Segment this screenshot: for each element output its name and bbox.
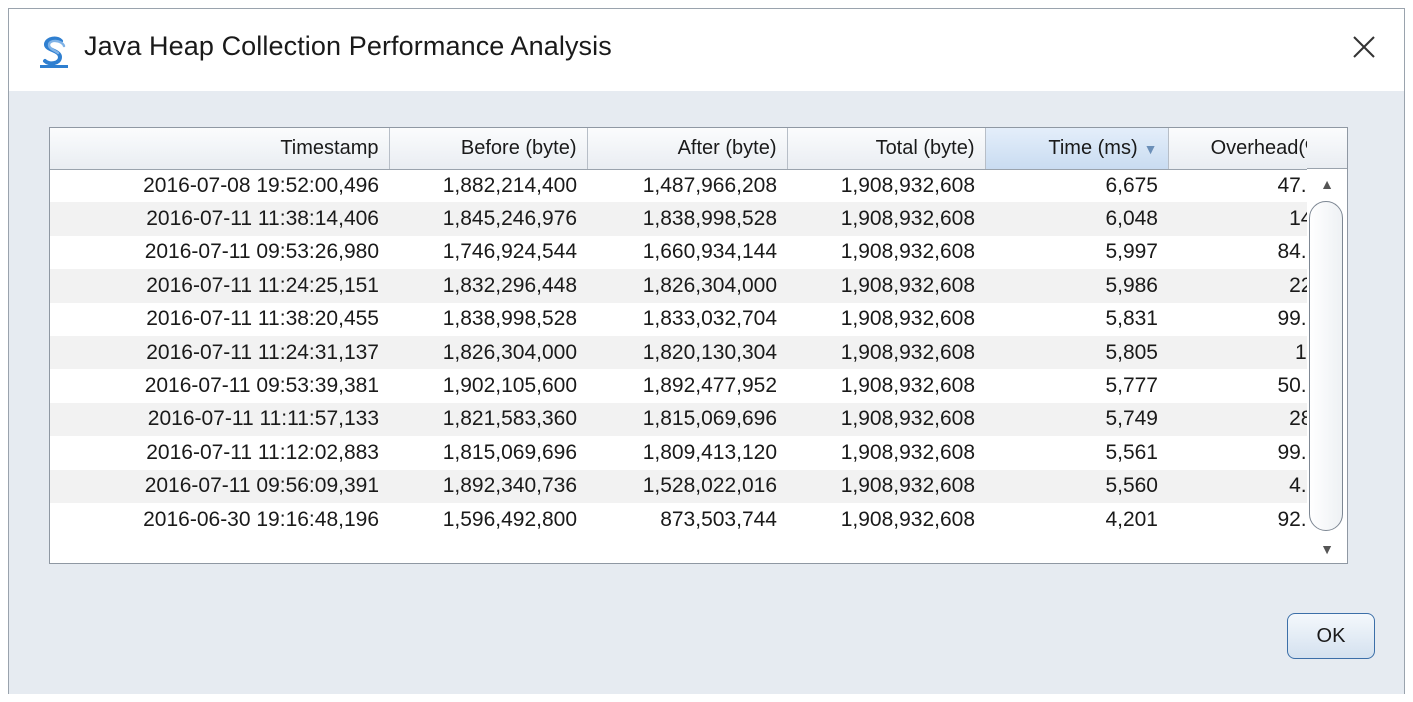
table-cell: 1,908,932,608 xyxy=(787,269,985,303)
table-cell: 1,821,583,360 xyxy=(389,402,587,437)
table-cell: 1,838,998,528 xyxy=(442,307,577,331)
table-cell: 1,908,932,608 xyxy=(840,440,975,464)
table-row[interactable]: 2016-07-08 19:52:00,496 1,882,214,400 1,48… xyxy=(50,169,1340,202)
table-cell: 5,749 xyxy=(985,402,1168,437)
table-cell: 4,201 xyxy=(1105,507,1158,531)
table-cell: 1,596,492,800 xyxy=(442,507,577,531)
scroll-down-arrow-icon[interactable]: ▼ xyxy=(1307,534,1347,563)
table-cell: 5,831 xyxy=(1105,307,1158,331)
column-header-before[interactable]: Before (byte) xyxy=(389,128,588,170)
scroll-up-arrow-icon[interactable]: ▲ xyxy=(1307,169,1347,199)
header-label: Timestamp xyxy=(280,136,379,159)
vertical-scrollbar[interactable]: ▲ ▼ xyxy=(1307,169,1347,563)
table-cell: 1,892,340,736 xyxy=(389,469,587,503)
table-cell: 2016-07-11 11:12:02,883 xyxy=(146,440,379,464)
table-row[interactable]: 2016-07-11 09:53:26,980 1,746,924,544 1,66… xyxy=(50,236,1340,269)
table-cell: 1,826,304,000 xyxy=(389,335,587,370)
table-cell: 1,487,966,208 xyxy=(642,173,777,197)
table-cell: 5,986 xyxy=(985,269,1168,303)
table-cell: 1,809,413,120 xyxy=(642,440,777,464)
table-cell: 6,675 xyxy=(1105,173,1158,197)
table-cell: 1,815,069,696 xyxy=(587,402,787,437)
table-row[interactable]: 2016-07-11 11:12:02,883 1,815,069,696 1,80… xyxy=(50,436,1340,469)
table-cell: 5,560 xyxy=(985,469,1168,503)
table-cell: 2016-07-11 11:38:20,455 xyxy=(146,307,379,331)
table-cell: 1,908,932,608 xyxy=(840,507,975,531)
table-cell: 5,561 xyxy=(1105,440,1158,464)
table-cell: 1,838,998,528 xyxy=(587,202,787,236)
table-cell: 2016-07-11 11:38:14,406 xyxy=(50,202,389,236)
header-label: Time (ms) xyxy=(1048,136,1138,159)
table-cell: 1,833,032,704 xyxy=(642,307,777,331)
table-cell: 1,845,246,976 xyxy=(389,202,587,236)
table-cell: 2016-06-30 19:16:48,196 xyxy=(143,507,379,531)
table-row[interactable]: 2016-07-11 09:53:39,381 1,902,105,600 1,89… xyxy=(50,369,1340,402)
table-cell: 1,815,069,696 xyxy=(442,440,577,464)
table-cell: 5,777 xyxy=(1105,374,1158,398)
table-row[interactable]: 2016-07-11 11:24:25,151 1,832,296,448 1,82… xyxy=(50,269,1340,303)
header-row: Timestamp Before (byte) After (byte) Tot… xyxy=(50,128,1341,170)
table-body: 2016-07-08 19:52:00,496 1,882,214,400 1,48… xyxy=(50,169,1340,536)
table-cell: 2016-07-08 19:52:00,496 xyxy=(143,173,379,197)
table-cell: 1,908,932,608 xyxy=(840,374,975,398)
column-header-timestamp[interactable]: Timestamp xyxy=(50,128,390,170)
table-row[interactable]: 2016-07-11 11:38:20,455 1,838,998,528 1,83… xyxy=(50,303,1340,336)
table-cell: 2016-07-11 09:53:26,980 xyxy=(144,240,379,264)
column-header-time[interactable]: Time (ms) ▼ xyxy=(985,128,1169,170)
table-cell: 2016-07-11 09:53:39,381 xyxy=(144,374,379,398)
table-cell: 2016-07-11 11:24:25,151 xyxy=(50,269,389,303)
table-cell: 1,908,932,608 xyxy=(787,402,985,437)
app-logo-icon xyxy=(40,36,68,68)
table-cell: 2016-07-11 09:56:09,391 xyxy=(50,469,389,503)
table-cell: 873,503,744 xyxy=(660,507,777,531)
table-cell: 1,908,932,608 xyxy=(840,173,975,197)
table-cell: 6,048 xyxy=(985,202,1168,236)
table-row[interactable]: 2016-07-11 11:24:31,137 1,826,304,000 1,82… xyxy=(50,335,1340,370)
sort-descending-icon: ▼ xyxy=(1143,140,1158,157)
table-row[interactable]: 2016-07-11 09:56:09,391 1,892,340,736 1,52… xyxy=(50,469,1340,503)
ok-button[interactable]: OK xyxy=(1287,613,1375,659)
gc-results-table: Timestamp Before (byte) After (byte) Tot… xyxy=(49,127,1348,564)
close-icon[interactable] xyxy=(1346,29,1382,65)
column-header-after[interactable]: After (byte) xyxy=(587,128,788,170)
scroll-thumb[interactable] xyxy=(1309,201,1343,531)
table-cell: 1,908,932,608 xyxy=(787,202,985,236)
scrollbar-column: ▲ ▼ xyxy=(1307,128,1347,563)
table-cell: 1,826,304,000 xyxy=(587,269,787,303)
table-cell: 1,528,022,016 xyxy=(587,469,787,503)
table-cell: 1,660,934,144 xyxy=(642,240,777,264)
table-row[interactable]: 2016-06-30 19:16:48,196 1,596,492,800 873,… xyxy=(50,503,1340,536)
table-cell: 1,908,932,608 xyxy=(787,335,985,370)
table-cell: 2016-07-11 11:24:31,137 xyxy=(50,335,389,370)
table-cell: 1,892,477,952 xyxy=(642,374,777,398)
table-cell: 1,908,932,608 xyxy=(840,240,975,264)
dialog-window: Java Heap Collection Performance Analysi… xyxy=(8,8,1405,694)
table-row[interactable]: 2016-07-11 11:38:14,406 1,845,246,976 1,83… xyxy=(50,202,1340,236)
title-bar: Java Heap Collection Performance Analysi… xyxy=(9,9,1404,91)
table-row[interactable]: 2016-07-11 11:11:57,133 1,821,583,360 1,81… xyxy=(50,402,1340,437)
data-grid: Timestamp Before (byte) After (byte) Tot… xyxy=(50,128,1341,536)
header-corner xyxy=(1307,128,1347,169)
table-cell: 1,908,932,608 xyxy=(840,307,975,331)
header-label: Total (byte) xyxy=(875,136,975,159)
column-header-total[interactable]: Total (byte) xyxy=(787,128,986,170)
table-cell: 1,902,105,600 xyxy=(442,374,577,398)
table-cell: 5,805 xyxy=(985,335,1168,370)
table-cell: 5,997 xyxy=(1105,240,1158,264)
table-cell: 2016-07-11 11:11:57,133 xyxy=(50,402,389,437)
table-cell: 1,882,214,400 xyxy=(442,173,577,197)
header-label: After (byte) xyxy=(677,136,777,159)
header-label: Before (byte) xyxy=(460,136,577,159)
table-cell: 1,832,296,448 xyxy=(389,269,587,303)
table-cell: 1,820,130,304 xyxy=(587,335,787,370)
table-cell: 1,908,932,608 xyxy=(787,469,985,503)
table-cell: 1,746,924,544 xyxy=(442,240,577,264)
window-title: Java Heap Collection Performance Analysi… xyxy=(84,31,612,61)
